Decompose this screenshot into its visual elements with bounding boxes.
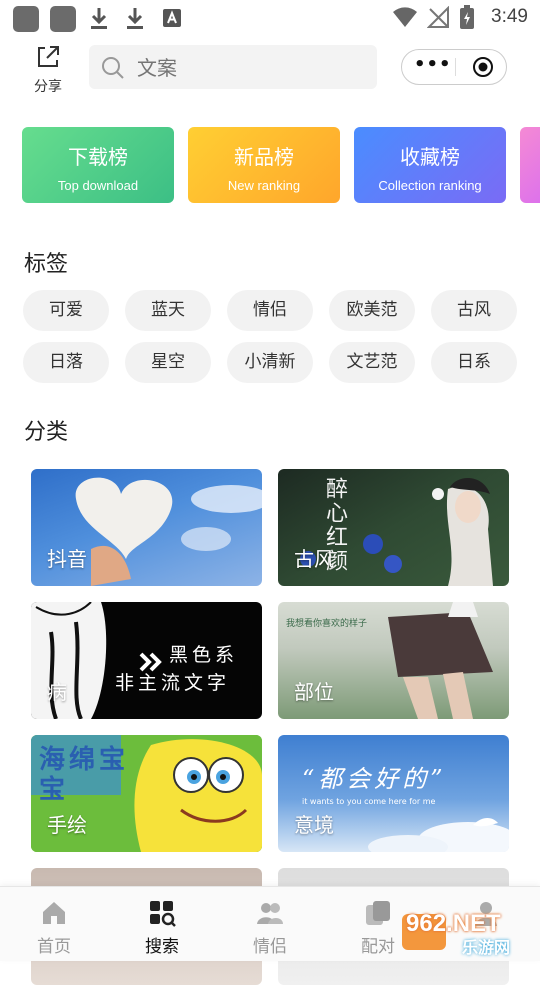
category-card-yijing[interactable]: “都会好的” it wants to you come here for me … (278, 735, 509, 852)
wifi-icon (393, 7, 417, 27)
tab-home[interactable]: 首页 (0, 887, 108, 961)
match-icon (366, 901, 390, 925)
category-image-text: 黑色系 (169, 644, 239, 666)
tag-chip[interactable]: 古风 (431, 290, 517, 331)
rank-card-partial[interactable] (520, 127, 540, 203)
category-label: 病 (47, 680, 67, 704)
category-card-douyin[interactable]: 抖音 (31, 469, 262, 586)
font-icon (163, 9, 181, 27)
category-image-text: 海绵宝宝 (39, 745, 130, 805)
more-button[interactable]: ••• (414, 54, 451, 80)
tag-chip[interactable]: 情侣 (227, 290, 313, 331)
tab-label: 情侣 (253, 937, 287, 957)
capsule-divider (455, 58, 456, 76)
rank-subtitle: Collection ranking (378, 178, 482, 193)
rank-title: 新品榜 (234, 145, 294, 169)
tag-chip[interactable]: 可爱 (23, 290, 109, 331)
app-notification-icon (13, 6, 39, 32)
category-label: 手绘 (47, 813, 87, 837)
app-notification-icon (50, 6, 76, 32)
category-card-buwei[interactable]: 我想看你喜欢的样子 部位 (278, 602, 509, 719)
close-target-icon[interactable] (472, 56, 494, 78)
category-card-bing[interactable]: 黑色系 非主流文字 病 (31, 602, 262, 719)
category-card-gufeng[interactable]: 醉心红颜 古风 (278, 469, 509, 586)
category-title: 分类 (24, 420, 69, 445)
category-image-text: 非主流文字 (115, 672, 231, 694)
tab-search[interactable]: 搜索 (108, 887, 216, 961)
tab-label: 搜索 (145, 937, 179, 957)
search-input[interactable] (135, 45, 359, 91)
share-label: 分享 (34, 79, 62, 95)
battery-icon (460, 5, 474, 29)
download-icon (91, 8, 107, 29)
watermark-subtext: 乐游网 (462, 938, 511, 957)
couple-icon (257, 903, 283, 924)
download-icon (127, 8, 143, 29)
home-icon (43, 902, 65, 924)
rank-card-new[interactable]: 新品榜 New ranking (188, 127, 340, 203)
tag-chip[interactable]: 日落 (23, 342, 109, 383)
tab-couple[interactable]: 情侣 (216, 887, 324, 961)
status-bar: 3:49 (0, 0, 540, 36)
category-image-text: 我想看你喜欢的样子 (286, 619, 368, 629)
tag-chip[interactable]: 文艺范 (329, 342, 415, 383)
status-time: 3:49 (491, 6, 528, 27)
category-card-shouhui[interactable]: 海绵宝宝 手绘 (31, 735, 262, 852)
category-image-text: it wants to you come here for me (302, 797, 436, 806)
tag-chip[interactable]: 欧美范 (329, 290, 415, 331)
rank-card-download[interactable]: 下载榜 Top download (22, 127, 174, 203)
rank-title: 下载榜 (68, 145, 128, 169)
tag-chip[interactable]: 蓝天 (125, 290, 211, 331)
category-image-text: “都会好的” (302, 765, 447, 793)
category-label: 部位 (294, 680, 334, 704)
tab-label: 首页 (37, 937, 71, 957)
category-label: 意境 (294, 813, 334, 837)
rank-card-collection[interactable]: 收藏榜 Collection ranking (354, 127, 506, 203)
tags-title: 标签 (24, 252, 69, 277)
tag-chip[interactable]: 星空 (125, 342, 211, 383)
watermark-logo: 962.NET 乐游网 (400, 908, 540, 957)
mini-program-capsule: ••• (401, 49, 507, 85)
search-icon (102, 57, 124, 79)
rank-subtitle: Top download (57, 178, 139, 193)
search-grid-icon (150, 901, 176, 927)
rank-subtitle: New ranking (227, 178, 301, 193)
share-button[interactable]: 分享 (28, 44, 68, 96)
no-signal-icon (427, 6, 449, 28)
category-label: 抖音 (47, 547, 87, 571)
rank-title: 收藏榜 (400, 145, 460, 169)
tag-chip[interactable]: 日系 (431, 342, 517, 383)
search-bar[interactable] (89, 45, 377, 91)
share-icon (38, 46, 59, 67)
category-label: 古风 (294, 547, 334, 571)
tag-chip[interactable]: 小清新 (227, 342, 313, 383)
